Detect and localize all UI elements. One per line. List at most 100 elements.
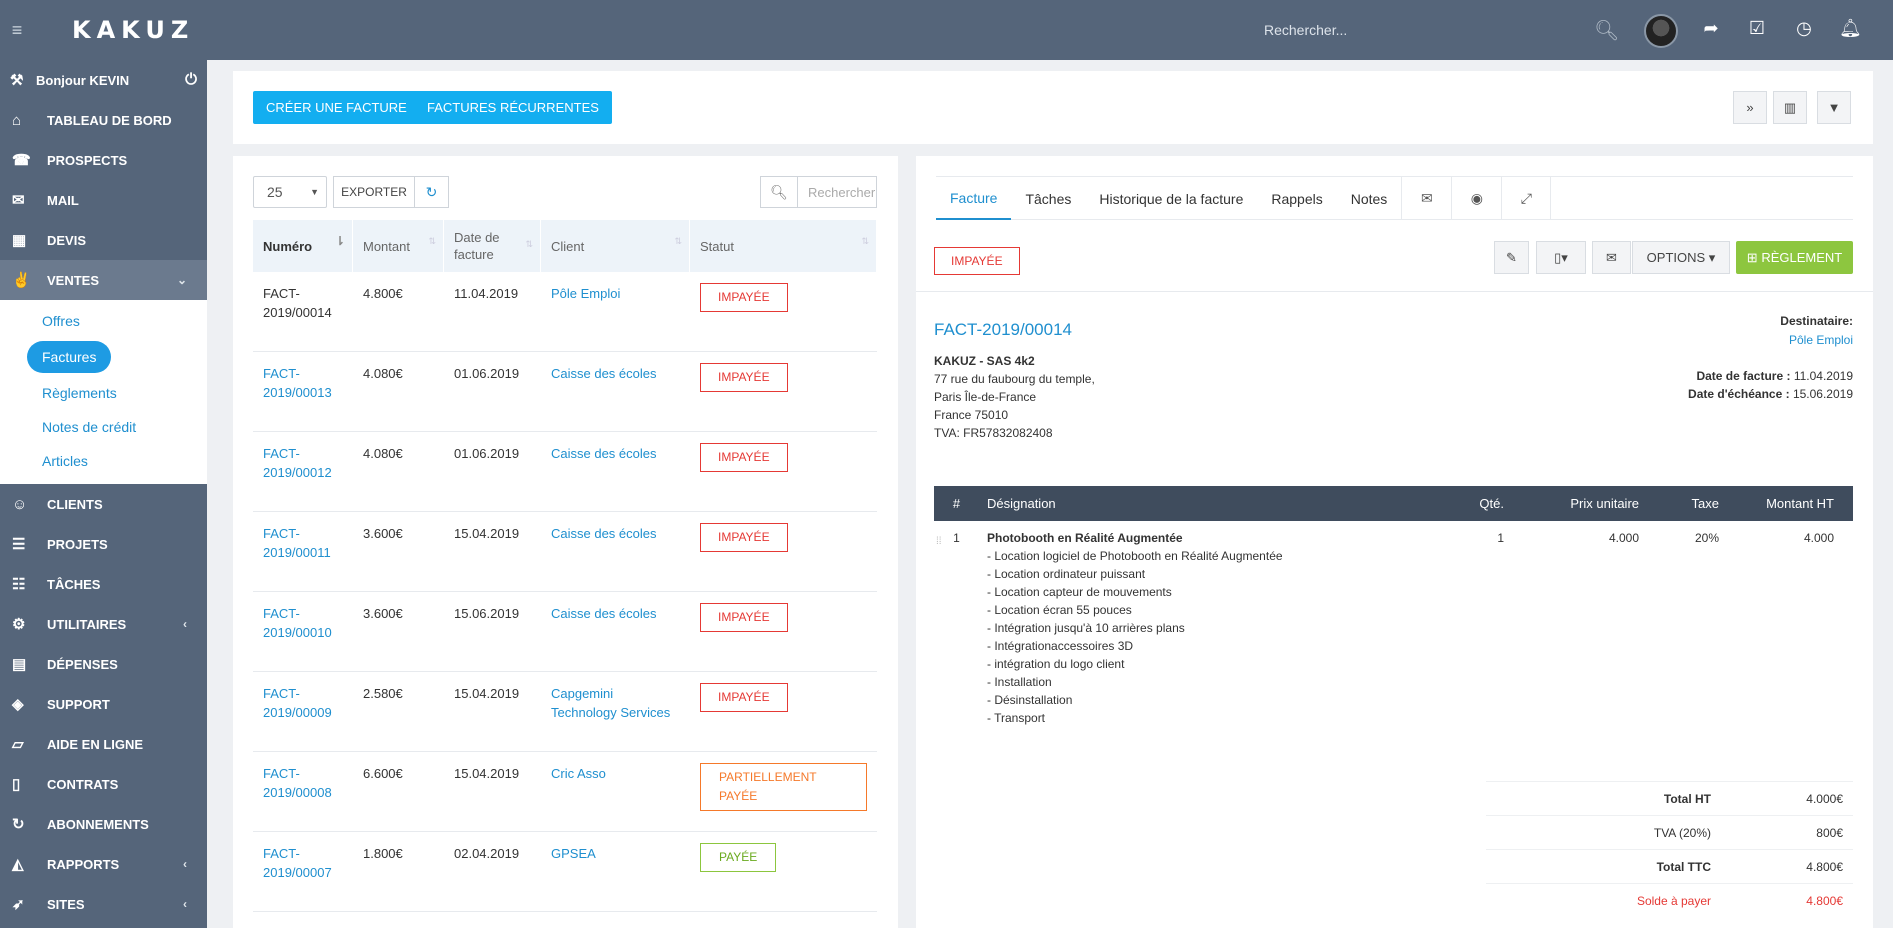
client-link[interactable]: Caisse des écoles: [551, 606, 657, 621]
invoice-number-link[interactable]: FACT-2019/00007: [263, 846, 332, 880]
table-row[interactable]: FACT-2019/00010 3.600€ 15.06.2019 Caisse de…: [253, 592, 877, 672]
sidebar-item-abonnements[interactable]: ↻ ABONNEMENTS: [0, 804, 207, 844]
client-link[interactable]: Pôle Emploi: [551, 286, 620, 301]
caret-down-icon: ▼: [310, 187, 319, 197]
search-icon[interactable]: 🔍︎: [760, 176, 798, 208]
search-icon[interactable]: 🔍︎: [1594, 18, 1619, 43]
submenu-factures[interactable]: Factures: [27, 341, 111, 373]
page-size-select[interactable]: 25 ▼: [253, 176, 327, 208]
share-icon[interactable]: ➦: [1700, 18, 1722, 39]
column-montant[interactable]: Montant ⇅: [353, 220, 444, 272]
table-row[interactable]: FACT-2019/00007 1.800€ 02.04.2019 GPSEA PAYÉ…: [253, 832, 877, 912]
submenu-reglements[interactable]: Règlements: [0, 376, 207, 410]
sidebar-item-clients[interactable]: ☺ CLIENTS: [0, 484, 207, 524]
sidebar-item-projets[interactable]: ☰ PROJETS: [0, 524, 207, 564]
sidebar-item-taches[interactable]: ☷ TÂCHES: [0, 564, 207, 604]
client-link[interactable]: Caisse des écoles: [551, 526, 657, 541]
submenu-notes-credit[interactable]: Notes de crédit: [0, 410, 207, 444]
tab-notes[interactable]: Notes: [1337, 177, 1402, 220]
table-row[interactable]: FACT-2019/00013 4.080€ 01.06.2019 Caisse de…: [253, 352, 877, 432]
tab-facture[interactable]: Facture: [936, 177, 1012, 220]
table-row[interactable]: FACT-2019/00011 3.600€ 15.04.2019 Caisse de…: [253, 512, 877, 592]
submenu-articles[interactable]: Articles: [0, 444, 207, 478]
filter-icon[interactable]: ▼: [1817, 91, 1851, 124]
invoice-number-link[interactable]: FACT-2019/00012: [263, 446, 332, 480]
mail-icon: ✉: [12, 192, 25, 209]
table-row[interactable]: FACT-2019/00014 4.800€ 11.04.2019 Pôle Empl…: [253, 272, 877, 352]
table-row[interactable]: FACT-2019/00012 4.080€ 01.06.2019 Caisse de…: [253, 432, 877, 512]
export-button[interactable]: EXPORTER: [333, 176, 415, 208]
client-link[interactable]: Cric Asso: [551, 766, 606, 781]
sidebar-item-dashboard[interactable]: ⌂ TABLEAU DE BORD: [0, 100, 207, 140]
client-link[interactable]: Caisse des écoles: [551, 366, 657, 381]
global-search-input[interactable]: [1250, 12, 1620, 48]
refresh-icon[interactable]: ↻: [414, 176, 449, 208]
line-description-item: - Location ordinateur puissant: [987, 567, 1146, 581]
invoice-number[interactable]: FACT-2019/00014: [934, 320, 1072, 340]
bar-chart-icon[interactable]: ▥: [1773, 91, 1807, 124]
column-statut[interactable]: Statut ⇅: [690, 220, 877, 272]
clock-icon[interactable]: ◷: [1793, 18, 1815, 39]
checkbox-icon[interactable]: ☑: [1746, 18, 1768, 39]
total-ht-row: Total HT 4.000€: [1486, 781, 1853, 815]
sidebar-item-mail[interactable]: ✉ MAIL: [0, 180, 207, 220]
invoice-amount: 3.600€: [363, 526, 403, 541]
total-value: 4.800€: [1806, 893, 1843, 908]
invoice-number-link[interactable]: FACT-2019/00014: [263, 286, 332, 320]
table-row[interactable]: FACT-2019/00009 2.580€ 15.04.2019 Capgemini…: [253, 672, 877, 752]
email-icon[interactable]: ✉: [1592, 241, 1631, 274]
sidebar-item-label: RAPPORTS: [47, 856, 120, 872]
invoice-date: 11.04.2019: [454, 286, 519, 301]
sidebar-item-ventes[interactable]: ✌ VENTES ⌄: [0, 260, 207, 300]
column-date[interactable]: Date de facture ⇅: [444, 220, 541, 272]
sidebar-item-label: PROSPECTS: [47, 152, 128, 168]
pdf-dropdown-icon[interactable]: ▯▾: [1536, 241, 1586, 274]
greeting-text: Bonjour KEVIN: [36, 72, 130, 88]
invoice-number-link[interactable]: FACT-2019/00010: [263, 606, 332, 640]
create-invoice-button[interactable]: CRÉER UNE FACTURE: [253, 91, 420, 124]
bell-icon[interactable]: 🔔︎: [1839, 18, 1862, 39]
column-client[interactable]: Client ⇅: [541, 220, 690, 272]
avatar[interactable]: [1644, 14, 1678, 48]
recipient-link[interactable]: Pôle Emploi: [1780, 331, 1853, 350]
sidebar-item-support[interactable]: ◈ SUPPORT: [0, 684, 207, 724]
sidebar-item-sites[interactable]: ➶ SITES ‹: [0, 884, 207, 924]
tab-taches[interactable]: Tâches: [1011, 177, 1085, 220]
edit-icon[interactable]: ✎: [1494, 241, 1529, 274]
sidebar-item-label: SITES: [47, 896, 85, 912]
sidebar-item-aide[interactable]: ▱ AIDE EN LIGNE: [0, 724, 207, 764]
sidebar-item-rapports[interactable]: ◭ RAPPORTS ‹: [0, 844, 207, 884]
hamburger-menu-icon[interactable]: ≡: [0, 20, 34, 41]
expand-icon[interactable]: ⤢: [1501, 177, 1552, 220]
sidebar-item-devis[interactable]: ▦ DEVIS: [0, 220, 207, 260]
line-header: Taxe: [1691, 496, 1719, 511]
client-link[interactable]: Caisse des écoles: [551, 446, 657, 461]
invoice-number-link[interactable]: FACT-2019/00011: [263, 526, 331, 560]
invoice-date: 11.04.2019: [1793, 369, 1853, 383]
sidebar-item-utilitaires[interactable]: ⚙ UTILITAIRES ‹: [0, 604, 207, 644]
sidebar-item-prospects[interactable]: ☎ PROSPECTS: [0, 140, 207, 180]
table-row[interactable]: FACT-2019/00008 6.600€ 15.04.2019 Cric Asso…: [253, 752, 877, 832]
client-link[interactable]: GPSEA: [551, 846, 596, 861]
column-numero[interactable]: Numéro ⇂: [253, 220, 353, 272]
eye-icon[interactable]: ◉: [1451, 177, 1501, 220]
invoice-number-link[interactable]: FACT-2019/00008: [263, 766, 332, 800]
submenu-offres[interactable]: Offres: [0, 304, 207, 338]
invoice-number-link[interactable]: FACT-2019/00013: [263, 366, 332, 400]
drag-handle-icon[interactable]: ⁞⁞: [936, 533, 942, 551]
tab-rappels[interactable]: Rappels: [1257, 177, 1336, 220]
invoice-number-link[interactable]: FACT-2019/00009: [263, 686, 332, 720]
power-icon[interactable]: ⏻: [185, 71, 197, 88]
options-dropdown-button[interactable]: OPTIONS ▾: [1632, 241, 1730, 274]
envelope-open-icon[interactable]: ✉: [1401, 177, 1451, 220]
expand-panel-icon[interactable]: »: [1733, 91, 1767, 124]
rocket-icon: ➶: [12, 896, 25, 913]
logo[interactable]: KAKUZ: [72, 16, 194, 44]
client-link[interactable]: Capgemini Technology Services: [551, 686, 670, 720]
tab-historique[interactable]: Historique de la facture: [1085, 177, 1257, 220]
list-search-input[interactable]: [797, 176, 877, 208]
sidebar-item-contrats[interactable]: ▯ CONTRATS: [0, 764, 207, 804]
recurring-invoices-button[interactable]: FACTURES RÉCURRENTES: [414, 91, 612, 124]
payment-button[interactable]: ⊞ RÈGLEMENT: [1736, 241, 1853, 274]
sidebar-item-depenses[interactable]: ▤ DÉPENSES: [0, 644, 207, 684]
